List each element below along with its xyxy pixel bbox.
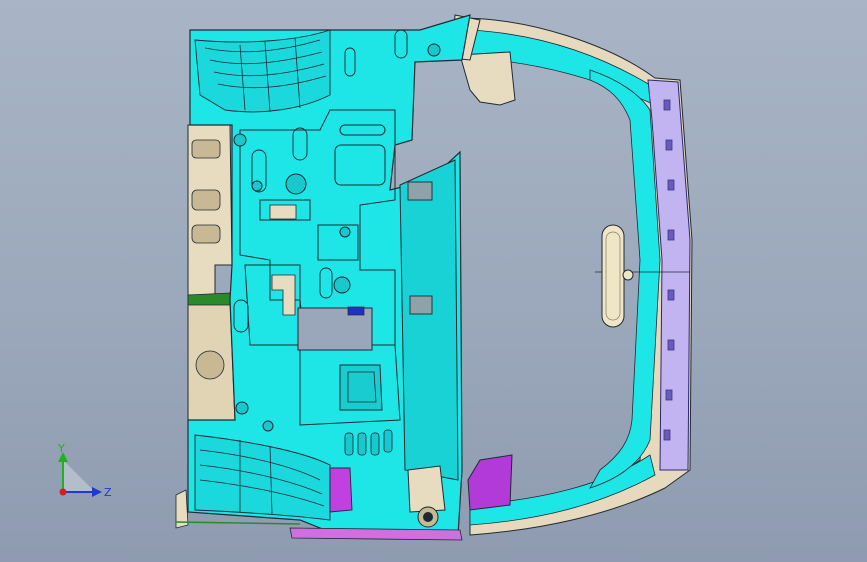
origin-dot [59,488,67,496]
rear-view-mirror [601,224,625,328]
header-clip [665,139,673,151]
mount-hole [233,133,247,147]
orientation-triad[interactable]: Y Z [48,440,118,510]
header-clip [667,289,675,301]
header-clip [667,229,675,241]
mount-hole [427,43,441,57]
grey-block [407,181,433,201]
mount-hole [285,173,307,195]
upper-contour [194,29,331,113]
header-clip [663,99,671,111]
cad-graphics-viewport[interactable]: Y Z [0,0,867,562]
mount-hole [262,420,274,432]
y-axis-label: Y [57,442,65,455]
header-clip [667,339,675,351]
z-axis-label: Z [104,486,112,499]
magenta-bracket-right [467,454,513,511]
blue-clip [347,306,365,316]
mount-hole [339,226,351,238]
left-green-trim [187,292,233,306]
beige-tab [269,204,297,220]
vehicle-front-structure-model[interactable] [0,0,867,562]
lower-beige-bracket [407,465,446,513]
mount-hole [333,276,351,294]
grey-block [409,295,433,315]
mount-hole [235,401,249,415]
header-clip [665,389,673,401]
magenta-bracket [329,467,353,513]
z-axis-arrow [92,487,102,497]
header-clip [667,179,675,191]
mirror-mount [622,269,634,281]
triad-axis-shade [63,460,95,492]
dash-vertical-band [399,159,459,481]
header-clip [663,429,671,441]
